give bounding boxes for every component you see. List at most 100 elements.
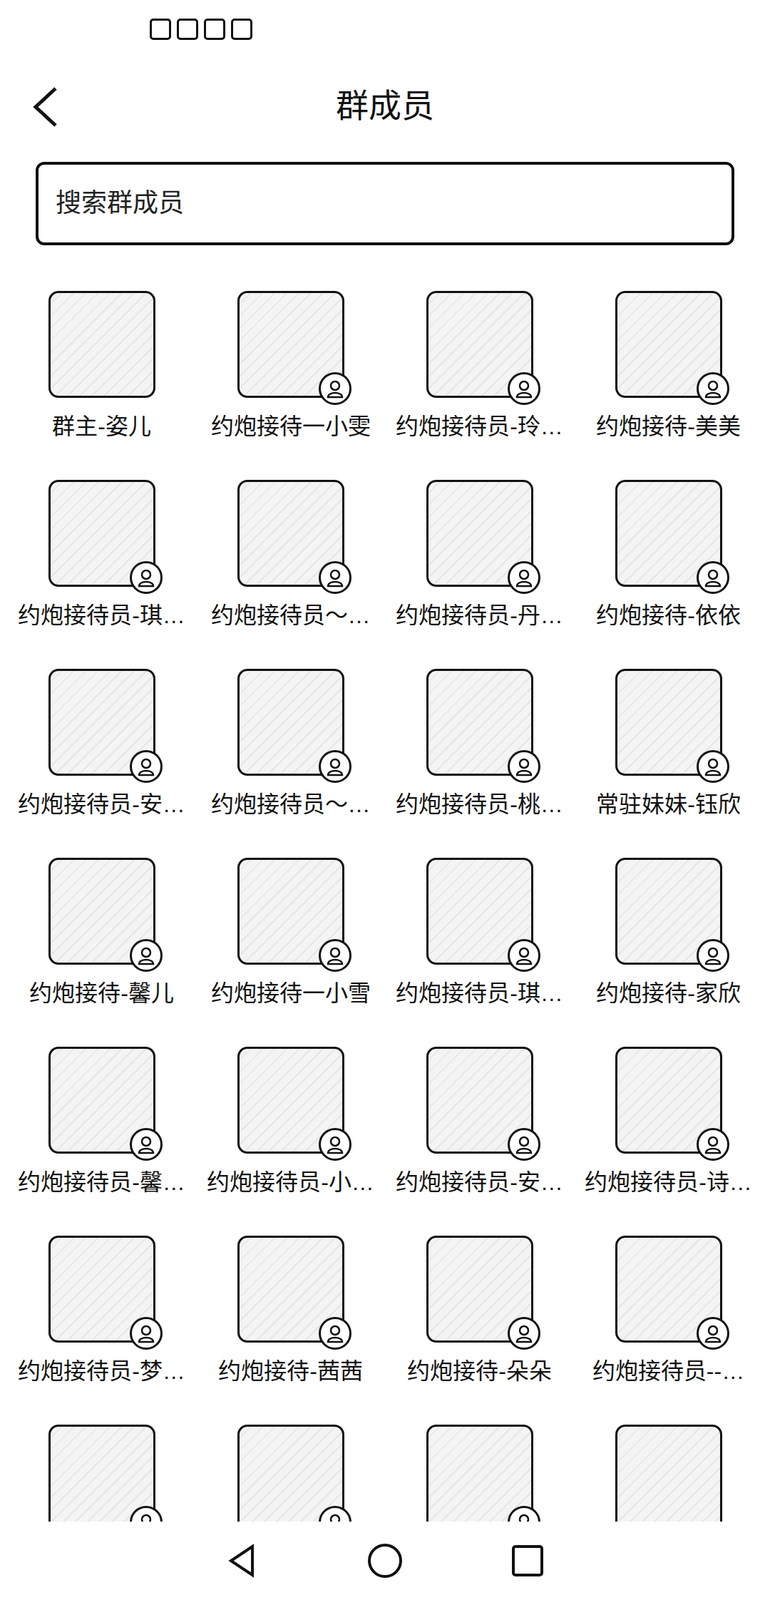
system-nav-bar — [0, 1521, 770, 1600]
member-item[interactable] — [573, 1424, 763, 1522]
person-icon — [135, 1322, 157, 1344]
member-name: 约炮接待员～… — [211, 788, 371, 821]
member-item[interactable]: 群主-姿儿 — [7, 290, 197, 443]
member-item[interactable]: 约炮接待一小雪 — [196, 857, 385, 1010]
member-avatar[interactable] — [237, 290, 345, 398]
member-avatar[interactable] — [48, 857, 156, 965]
person-icon — [324, 944, 346, 967]
role-badge — [318, 938, 352, 972]
member-avatar[interactable] — [48, 668, 156, 776]
member-avatar[interactable] — [615, 479, 723, 587]
member-avatar[interactable] — [237, 857, 345, 965]
person-icon — [702, 1133, 724, 1155]
member-item[interactable]: 约炮接待员-梦… — [7, 1235, 197, 1388]
member-avatar[interactable] — [426, 1046, 534, 1154]
member-item[interactable]: 约炮接待-美美 — [573, 290, 763, 443]
role-badge — [129, 1316, 163, 1350]
member-avatar[interactable] — [48, 479, 156, 587]
recents-square-icon[interactable] — [507, 1540, 548, 1581]
person-icon — [513, 755, 535, 778]
member-item[interactable]: 约炮接待一小雯 — [196, 290, 385, 443]
member-name: 约炮接待员-安… — [395, 1166, 564, 1199]
member-avatar[interactable] — [48, 1046, 156, 1154]
member-item[interactable]: 约炮接待员-馨… — [7, 1046, 197, 1199]
member-avatar[interactable] — [237, 668, 345, 776]
person-icon — [702, 755, 724, 778]
person-icon — [324, 1511, 346, 1522]
member-item[interactable]: 约炮接待员-小… — [196, 1046, 385, 1199]
role-badge — [696, 938, 730, 972]
member-avatar[interactable] — [426, 290, 534, 398]
member-item[interactable]: 约炮接待员-琪… — [385, 857, 574, 1010]
member-item[interactable] — [7, 1424, 197, 1522]
person-icon — [702, 377, 724, 400]
member-item[interactable]: 约炮接待员-丹… — [385, 479, 574, 632]
member-avatar[interactable] — [237, 1235, 345, 1343]
member-avatar[interactable] — [615, 668, 723, 776]
member-avatar[interactable] — [48, 1424, 156, 1522]
person-icon — [135, 755, 157, 778]
member-item[interactable]: 约炮接待员-安… — [7, 668, 197, 821]
member-avatar[interactable] — [237, 1424, 345, 1522]
role-badge — [129, 938, 163, 972]
member-avatar[interactable] — [237, 479, 345, 587]
member-avatar[interactable] — [237, 1046, 345, 1154]
member-item[interactable]: 约炮接待-茜茜 — [196, 1235, 385, 1388]
member-avatar[interactable] — [426, 857, 534, 965]
app-icon — [176, 18, 199, 40]
member-item[interactable]: 约炮接待-馨儿 — [7, 857, 197, 1010]
role-badge — [507, 1127, 541, 1161]
role-badge — [318, 1127, 352, 1161]
member-item[interactable]: 约炮接待员～… — [196, 668, 385, 821]
person-icon — [135, 944, 157, 967]
member-name: 约炮接待员-馨… — [17, 1166, 186, 1199]
member-item[interactable] — [385, 1424, 574, 1522]
member-item[interactable]: 约炮接待员-桃… — [385, 668, 574, 821]
person-icon — [513, 1322, 535, 1344]
member-avatar[interactable] — [48, 1235, 156, 1343]
member-name: 常驻妹妹-钰欣 — [596, 788, 741, 821]
member-search[interactable] — [35, 161, 735, 246]
member-item[interactable]: 约炮接待-依依 — [573, 479, 763, 632]
member-item[interactable]: 约炮接待-家欣 — [573, 857, 763, 1010]
member-avatar[interactable] — [426, 1235, 534, 1343]
person-icon — [702, 944, 724, 967]
member-name: 约炮接待员-丹… — [395, 599, 564, 632]
member-name: 约炮接待员-琪… — [17, 599, 186, 632]
member-item[interactable]: 约炮接待员-琪… — [7, 479, 197, 632]
member-avatar[interactable] — [615, 290, 723, 398]
person-icon — [324, 1133, 346, 1155]
member-avatar[interactable] — [615, 1046, 723, 1154]
member-avatar[interactable] — [615, 857, 723, 965]
member-item[interactable]: 约炮接待员-玲… — [385, 290, 574, 443]
member-avatar[interactable] — [615, 1424, 723, 1522]
member-avatar[interactable] — [426, 1424, 534, 1522]
role-badge — [318, 750, 352, 783]
role-badge — [318, 1316, 352, 1350]
member-name: 约炮接待员～… — [211, 599, 371, 632]
member-name: 约炮接待-茜茜 — [218, 1355, 363, 1388]
member-name: 约炮接待员-梦… — [17, 1355, 186, 1388]
member-avatar[interactable] — [615, 1235, 723, 1343]
member-item[interactable]: 约炮接待员-安… — [385, 1046, 574, 1199]
member-avatar[interactable] — [48, 290, 156, 398]
back-arrow-icon[interactable] — [28, 85, 62, 129]
member-item[interactable]: 常驻妹妹-钰欣 — [573, 668, 763, 821]
member-item[interactable]: 约炮接待-朵朵 — [385, 1235, 574, 1388]
member-avatar[interactable] — [426, 479, 534, 587]
member-name: 约炮接待员-诗… — [584, 1166, 753, 1199]
member-item[interactable] — [196, 1424, 385, 1522]
role-badge — [507, 938, 541, 972]
home-circle-icon[interactable] — [365, 1540, 405, 1581]
role-badge — [318, 372, 352, 405]
member-name: 约炮接待-朵朵 — [407, 1355, 552, 1388]
member-item[interactable]: 约炮接待员～… — [196, 479, 385, 632]
member-item[interactable]: 约炮接待员--… — [573, 1235, 763, 1388]
back-triangle-icon[interactable] — [222, 1540, 263, 1581]
member-grid: 群主-姿儿约炮接待一小雯约炮接待员-玲…约炮接待-美美约炮接待员-琪…约炮接待员… — [0, 245, 770, 1522]
member-name: 约炮接待一小雪 — [211, 977, 371, 1010]
member-avatar[interactable] — [426, 668, 534, 776]
member-item[interactable]: 约炮接待员-诗… — [573, 1046, 763, 1199]
person-icon — [513, 377, 535, 400]
role-badge — [696, 372, 730, 405]
